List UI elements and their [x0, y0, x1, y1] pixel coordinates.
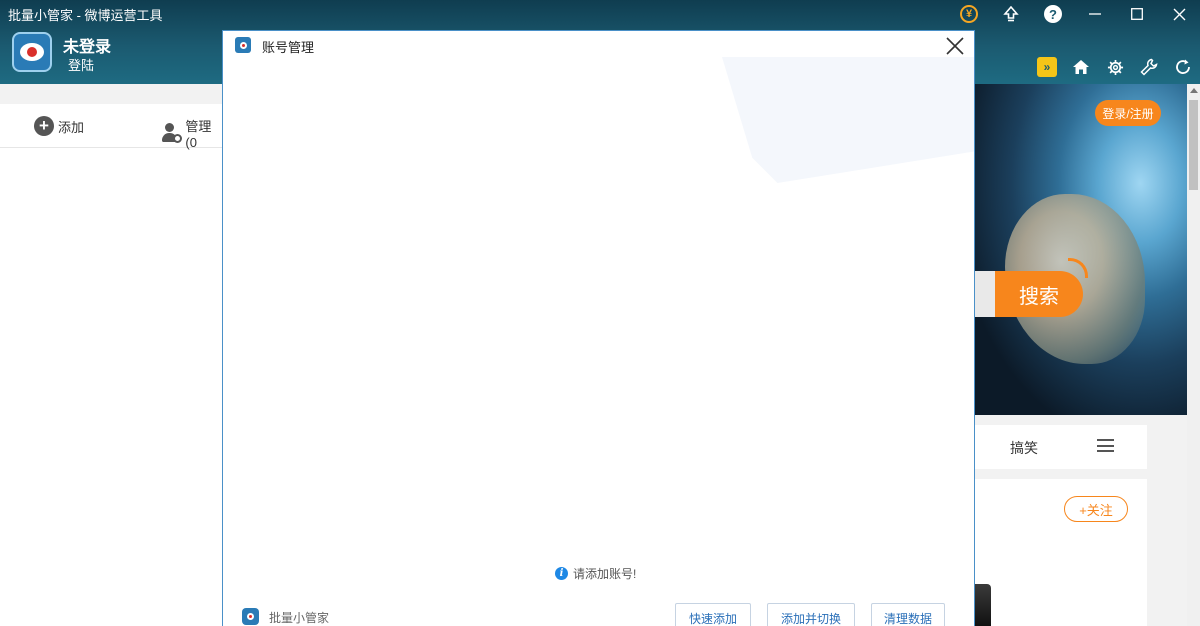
window-title: 批量小管家 - 微博运营工具: [8, 8, 163, 23]
manage-accounts-button[interactable]: 管理(0: [160, 116, 222, 150]
scroll-up-icon[interactable]: [1190, 88, 1198, 93]
empty-state-text: 请添加账号!: [573, 567, 637, 581]
dialog-title: 账号管理: [262, 40, 315, 55]
app-logo: [12, 32, 52, 72]
info-icon: i: [555, 567, 568, 580]
clear-data-button[interactable]: 清理数据: [871, 603, 945, 626]
empty-state-message: i 请添加账号!: [555, 565, 636, 582]
scrollbar-thumb[interactable]: [1189, 100, 1198, 190]
help-icon: ?: [1044, 5, 1062, 23]
add-and-switch-button[interactable]: 添加并切换: [767, 603, 855, 626]
follow-button[interactable]: +关注: [1064, 496, 1128, 522]
user-name: 未登录: [63, 39, 112, 56]
settings-button[interactable]: [1098, 54, 1132, 80]
feed-thumbnail[interactable]: [975, 584, 991, 626]
manage-label: 管理(0: [185, 119, 212, 150]
category-bar: 搞笑: [975, 425, 1147, 469]
help-button[interactable]: ?: [1032, 0, 1074, 28]
header-toolbar: »: [1030, 54, 1200, 80]
home-icon: [1073, 60, 1089, 74]
window-close-button[interactable]: [1158, 0, 1200, 28]
minimize-icon: [1089, 13, 1101, 15]
search-input[interactable]: [975, 271, 995, 317]
window-controls: ¥ ?: [948, 0, 1200, 28]
scrollbar[interactable]: [1187, 84, 1200, 626]
footer-app-name: 批量小管家: [269, 611, 330, 625]
list-menu-icon[interactable]: [1097, 439, 1114, 452]
login-register-button[interactable]: 登录/注册: [1095, 100, 1161, 126]
maximize-button[interactable]: [1116, 0, 1158, 28]
wrench-icon: [1140, 58, 1158, 76]
earth-banner: [975, 84, 1187, 415]
weibo-eye-icon: [20, 43, 44, 61]
close-icon: [946, 37, 964, 55]
maximize-icon: [1131, 8, 1143, 20]
vip-button[interactable]: »: [1030, 54, 1064, 80]
refresh-icon: [1176, 59, 1190, 74]
vip-icon: »: [1037, 57, 1057, 77]
plus-circle-icon: +: [34, 116, 54, 136]
gear-icon: [1107, 59, 1123, 75]
category-tab-funny[interactable]: 搞笑: [1010, 438, 1038, 458]
dialog-close-button[interactable]: [942, 33, 968, 59]
close-icon: [1173, 8, 1185, 20]
dialog-logo-icon: [235, 37, 251, 53]
refresh-button[interactable]: [1166, 54, 1200, 80]
search-button[interactable]: 搜索: [995, 271, 1083, 317]
footer-logo-icon: [242, 608, 259, 625]
upload-button[interactable]: [990, 0, 1032, 28]
upload-icon: [1003, 6, 1019, 22]
add-account-button[interactable]: + 添加: [34, 116, 84, 136]
quick-add-button[interactable]: 快速添加: [675, 603, 751, 626]
dialog-decoration: [722, 57, 974, 183]
add-label: 添加: [58, 119, 85, 135]
home-button[interactable]: [1064, 54, 1098, 80]
account-management-dialog: 账号管理 i 请添加账号! 批量小管家 快速添加 添加并切换 清理数据: [222, 30, 975, 626]
user-settings-icon: [160, 122, 182, 144]
account-sidebar: + 添加 管理(0: [0, 84, 222, 626]
tools-button[interactable]: [1132, 54, 1166, 80]
coin-button[interactable]: ¥: [948, 0, 990, 28]
coin-icon: ¥: [960, 5, 978, 23]
feed-card: +关注: [975, 479, 1147, 626]
sidebar-strip: [0, 84, 222, 104]
login-link[interactable]: 登陆: [68, 55, 94, 74]
sidebar-toolbar: + 添加 管理(0: [0, 104, 222, 150]
minimize-button[interactable]: [1074, 0, 1116, 28]
